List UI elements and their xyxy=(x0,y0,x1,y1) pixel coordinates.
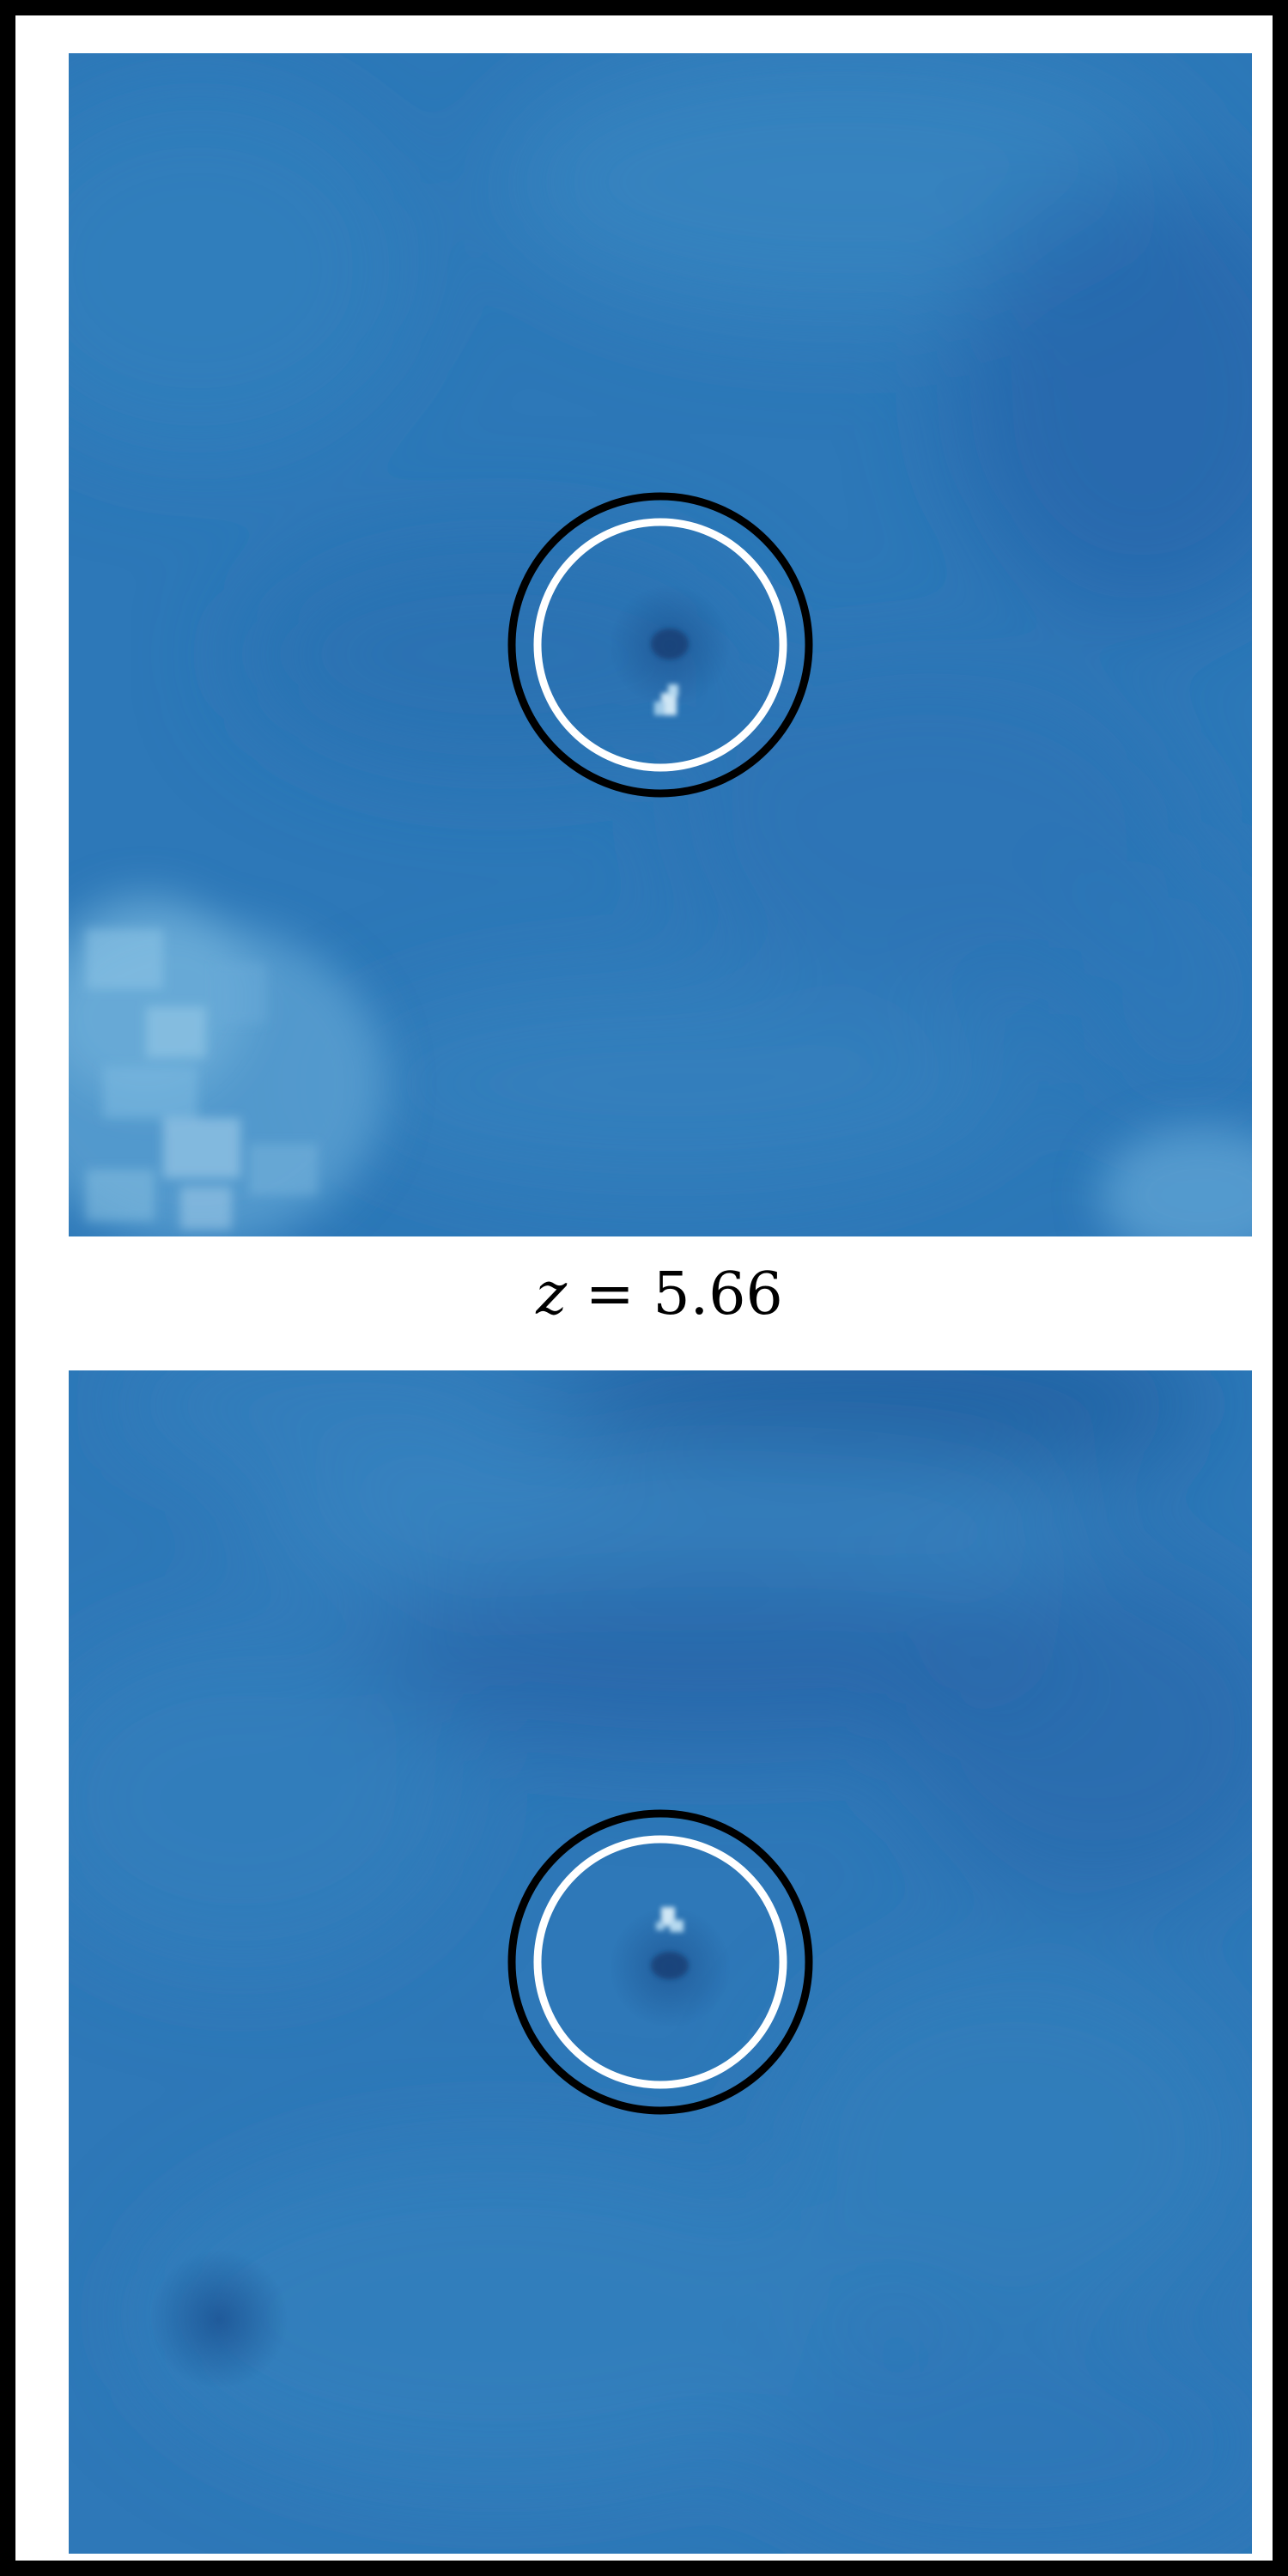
bottom-panel-svg xyxy=(69,1370,1252,2554)
bottom-panel-image xyxy=(69,1370,1252,2554)
redshift-value: 5.66 xyxy=(653,1261,783,1328)
redshift-label: z = 5.66 xyxy=(15,1261,1288,1329)
redshift-variable: z xyxy=(536,1261,568,1328)
figure-frame: z = 5.66 xyxy=(15,15,1273,2561)
top-panel-svg xyxy=(69,53,1252,1236)
redshift-equals: = xyxy=(585,1261,635,1328)
top-panel-image xyxy=(69,53,1252,1236)
